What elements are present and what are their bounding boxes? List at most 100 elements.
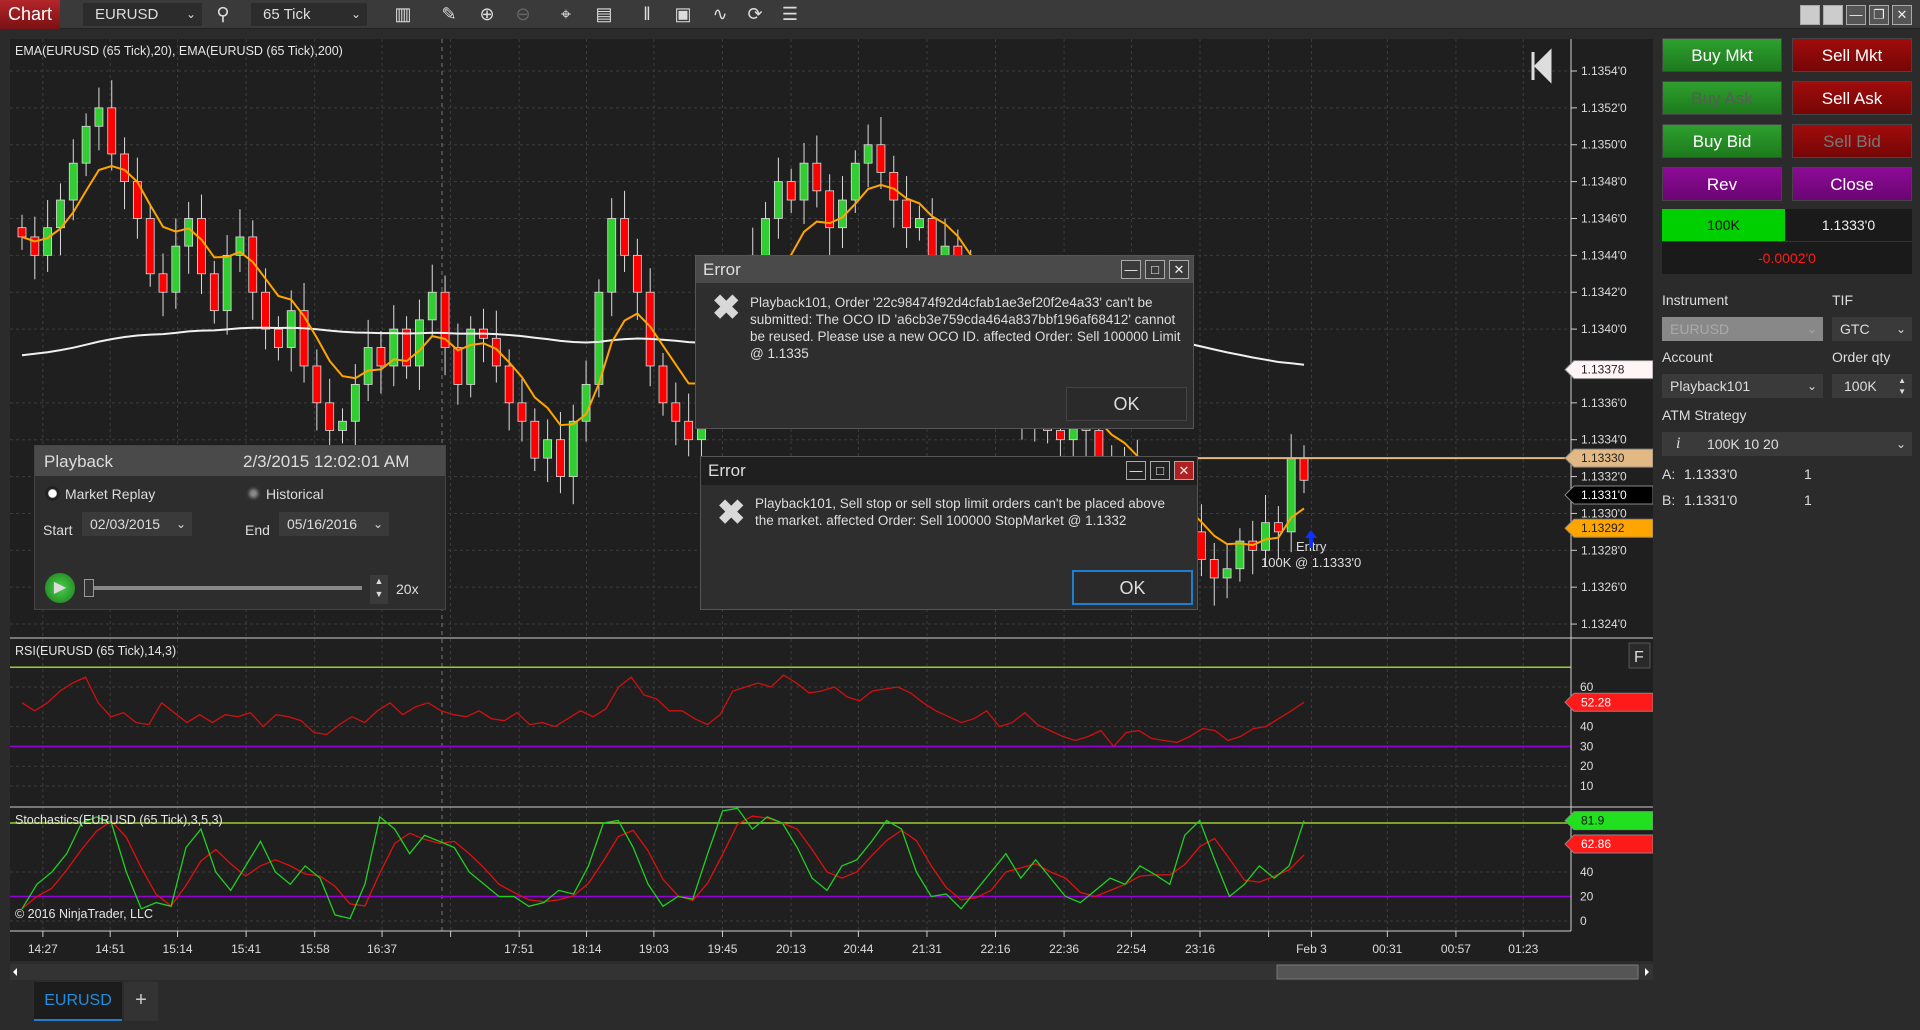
candle-up: [222, 254, 232, 312]
maximize-icon[interactable]: □: [1145, 260, 1165, 279]
time-axis-label: 21:31: [912, 942, 942, 956]
price-tag-label: 1.13292: [1581, 521, 1625, 535]
sell-ask-button[interactable]: Sell Ask: [1792, 81, 1912, 115]
price-axis-label: 1.1336'0: [1581, 396, 1627, 410]
candle-up: [594, 291, 604, 385]
price-axis-label: 1.1334'0: [1581, 433, 1627, 447]
order-qty-stepper[interactable]: 100K ▲ ▼: [1832, 374, 1912, 398]
speed-value: 20x: [396, 581, 419, 597]
start-date-picker[interactable]: 02/03/2015 ⌄: [82, 512, 192, 536]
reverse-button[interactable]: Rev: [1662, 167, 1782, 201]
time-axis-label: 15:41: [231, 942, 261, 956]
candle-up: [43, 227, 53, 256]
tab-bar: EURUSD +: [0, 980, 1920, 1030]
candle-down: [889, 171, 899, 201]
candle-down: [556, 439, 565, 477]
price-axis-label: 1.1348'0: [1581, 175, 1627, 189]
error-icon: ✖: [712, 289, 741, 327]
candle-up: [466, 328, 476, 385]
minimize-icon[interactable]: —: [1121, 260, 1141, 279]
layout-alt-icon[interactable]: [1823, 5, 1843, 25]
entry-detail: 100K @ 1.1333'0: [1261, 555, 1361, 570]
candle-down: [107, 107, 117, 155]
candle-down: [786, 181, 796, 201]
scrollbar-thumb[interactable]: [1276, 964, 1639, 980]
ok-button[interactable]: OK: [1066, 387, 1187, 421]
sell-market-button[interactable]: Sell Mkt: [1792, 38, 1912, 72]
time-axis-label: 17:51: [504, 942, 534, 956]
rsi-axis-label: 60: [1580, 680, 1594, 694]
time-axis-label: 20:13: [776, 942, 806, 956]
price-axis-label: 1.1324'0: [1581, 617, 1627, 631]
close-icon[interactable]: ✕: [1892, 5, 1912, 25]
candle-down: [658, 365, 668, 404]
price-tag-label: 1.13378: [1581, 363, 1625, 377]
market-replay-radio[interactable]: [45, 486, 60, 501]
candle-down: [1094, 430, 1104, 459]
candle-down: [120, 153, 129, 183]
candle-down: [1197, 531, 1206, 560]
stepper-arrows-icon[interactable]: ▲ ▼: [1898, 375, 1906, 397]
buy-ask-button[interactable]: Buy Ask: [1662, 81, 1782, 115]
candle-up: [915, 218, 924, 229]
chevron-down-icon: ⌄: [1895, 322, 1906, 336]
price-axis-label: 1.1330'0: [1581, 506, 1627, 520]
stoch-k-tag: [1564, 811, 1653, 831]
f-button-label: F: [1634, 649, 1644, 666]
minimize-icon[interactable]: —: [1126, 461, 1146, 480]
tif-dropdown[interactable]: GTC ⌄: [1832, 317, 1912, 341]
speed-stepper[interactable]: ▲ ▼: [370, 575, 388, 604]
tab-eurusd[interactable]: EURUSD: [34, 982, 122, 1021]
buy-market-button[interactable]: Buy Mkt: [1662, 38, 1782, 72]
candle-up: [1222, 568, 1232, 579]
candle-down: [902, 199, 911, 229]
maximize-icon[interactable]: □: [1150, 461, 1170, 480]
account-dropdown[interactable]: Playback101 ⌄: [1662, 374, 1823, 398]
close-icon[interactable]: ✕: [1174, 461, 1194, 480]
close-position-button[interactable]: Close: [1792, 167, 1912, 201]
sell-bid-button[interactable]: Sell Bid: [1792, 124, 1912, 158]
position-avg-price: 1.1333'0: [1785, 209, 1912, 241]
candle-up: [427, 291, 437, 321]
close-icon[interactable]: ✕: [1169, 260, 1189, 279]
end-date-picker[interactable]: 05/16/2016 ⌄: [279, 512, 389, 536]
rsi-value-tag-label: 52.28: [1581, 695, 1611, 709]
add-tab-button[interactable]: +: [124, 982, 158, 1021]
chevron-down-icon: ⌄: [1806, 322, 1817, 336]
buy-bid-button[interactable]: Buy Bid: [1662, 124, 1782, 158]
candle-down: [325, 402, 335, 431]
instrument-label: Instrument: [1662, 292, 1729, 308]
candle-down: [299, 310, 309, 367]
atm-strategy-dropdown[interactable]: i 100K 10 20 ⌄: [1662, 432, 1912, 456]
minimize-icon[interactable]: —: [1846, 5, 1866, 25]
copyright: © 2016 NinjaTrader, LLC: [15, 907, 153, 921]
playback-slider[interactable]: [87, 586, 362, 590]
stoch-axis-label: 20: [1580, 890, 1594, 904]
price-panel-title: EMA(EURUSD (65 Tick),20), EMA(EURUSD (65…: [15, 44, 343, 58]
info-icon[interactable]: i: [1676, 432, 1680, 456]
candle-up: [850, 162, 860, 201]
candle-up: [286, 310, 296, 348]
time-axis-label: 19:45: [707, 942, 737, 956]
end-label: End: [245, 522, 270, 538]
playback-slider-handle[interactable]: [84, 579, 94, 597]
candle-down: [927, 218, 937, 256]
restore-icon[interactable]: ❐: [1869, 5, 1889, 25]
time-axis-label: 23:16: [1185, 942, 1215, 956]
instrument-dropdown[interactable]: EURUSD ⌄: [1662, 317, 1823, 341]
candle-down: [1056, 430, 1065, 441]
price-axis-label: 1.1352'0: [1581, 101, 1627, 115]
candle-up: [94, 107, 104, 127]
ok-button[interactable]: OK: [1072, 570, 1193, 605]
candle-up: [171, 245, 181, 293]
time-axis-label: 16:37: [367, 942, 397, 956]
dialog-message: Playback101, Sell stop or sell stop limi…: [755, 496, 1166, 528]
play-button[interactable]: ▶: [45, 573, 75, 603]
layout-icon[interactable]: [1800, 5, 1820, 25]
stoch-d-tag-label: 62.86: [1581, 837, 1611, 851]
historical-radio[interactable]: [246, 486, 261, 501]
order-qty-label: Order qty: [1832, 349, 1891, 365]
time-axis-label: 19:03: [639, 942, 669, 956]
candle-down: [876, 144, 886, 173]
bid-count: 1: [1804, 492, 1812, 508]
